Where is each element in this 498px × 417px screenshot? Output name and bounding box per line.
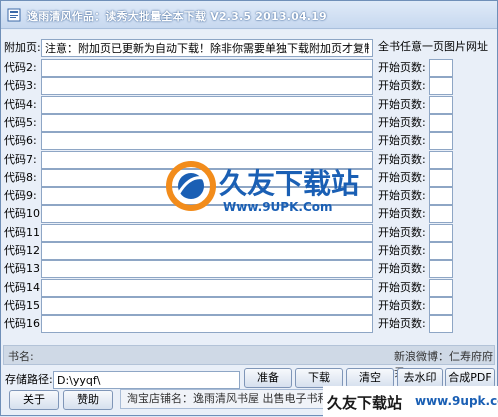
window-title: 逸雨清风作品：读秀大批量全本下载 V2.3.5 2013.04.19 (27, 10, 327, 23)
code-input[interactable] (41, 279, 373, 297)
start-page-input[interactable] (429, 77, 453, 95)
code-input[interactable] (41, 96, 373, 114)
start-page-input[interactable] (429, 96, 453, 114)
clear-button[interactable]: 清空 (346, 368, 394, 388)
code-input[interactable] (41, 205, 373, 223)
start-page-label: 开始页数: (378, 134, 426, 147)
main-form: 附加页: 全书任意一页图片网址 代码2: 开始页数: 代码3: 开始页数: 代码4: 开始… (1, 30, 497, 415)
watermark-bottom-text: 久友下载站 (327, 394, 403, 412)
start-page-label: 开始页数: (378, 281, 426, 294)
code-input[interactable] (41, 151, 373, 169)
code-label: 代码2: (4, 61, 37, 74)
start-page-input[interactable] (429, 187, 453, 205)
save-path-input[interactable] (53, 371, 240, 389)
code-label: 代码4: (4, 98, 37, 111)
code-label: 代码9: (4, 189, 37, 202)
start-page-label: 开始页数: (378, 189, 426, 202)
start-page-label: 开始页数: (378, 98, 426, 111)
bookname-field[interactable] (44, 347, 384, 363)
code-input[interactable] (41, 59, 373, 77)
start-page-label: 开始页数: (378, 207, 426, 220)
shop-info-text: 淘宝店铺名：逸雨清风书屋 出售电子书和 (127, 392, 329, 405)
start-page-label: 开始页数: (378, 116, 426, 129)
download-button[interactable]: 下载 (295, 368, 343, 388)
app-icon (7, 8, 21, 22)
prepare-button[interactable]: 准备 (244, 368, 292, 388)
code-label: 代码7: (4, 153, 37, 166)
start-page-input[interactable] (429, 224, 453, 242)
code-label: 代码16: (4, 317, 44, 330)
remove-watermark-button[interactable]: 去水印 (397, 368, 443, 388)
bookname-bar: 书名: 新浪微博：仁寿府府尹 (3, 345, 495, 379)
watermark-bottom-url: www.9upk.com (415, 394, 498, 408)
code-label: 代码12: (4, 244, 44, 257)
code-input[interactable] (41, 224, 373, 242)
save-path-label: 存储路径: (5, 373, 53, 386)
code-label: 代码5: (4, 116, 37, 129)
start-page-label: 开始页数: (378, 153, 426, 166)
code-label: 代码6: (4, 134, 37, 147)
start-page-input[interactable] (429, 260, 453, 278)
addon-code-input[interactable] (41, 39, 373, 57)
start-page-input[interactable] (429, 315, 453, 333)
code-input[interactable] (41, 242, 373, 260)
merge-pdf-button[interactable]: 合成PDF (445, 368, 495, 388)
code-input[interactable] (41, 114, 373, 132)
start-page-label: 开始页数: (378, 61, 426, 74)
code-input[interactable] (41, 77, 373, 95)
start-page-label: 开始页数: (378, 317, 426, 330)
code-input[interactable] (41, 260, 373, 278)
addon-label: 附加页: (4, 41, 41, 54)
code-input[interactable] (41, 187, 373, 205)
donate-button[interactable]: 赞助 (63, 390, 113, 410)
code-label: 代码3: (4, 79, 37, 92)
code-label: 代码10: (4, 207, 44, 220)
start-page-input[interactable] (429, 114, 453, 132)
start-page-label: 开始页数: (378, 171, 426, 184)
code-label: 代码14: (4, 281, 44, 294)
code-input[interactable] (41, 169, 373, 187)
start-page-label: 开始页数: (378, 299, 426, 312)
start-page-input[interactable] (429, 132, 453, 150)
start-page-input[interactable] (429, 279, 453, 297)
code-label: 代码11: (4, 226, 44, 239)
app-window: 逸雨清风作品：读秀大批量全本下载 V2.3.5 2013.04.19 附加页: … (0, 0, 498, 417)
start-page-label: 开始页数: (378, 244, 426, 257)
bookname-label: 书名: (8, 350, 34, 363)
start-page-input[interactable] (429, 169, 453, 187)
code-input[interactable] (41, 297, 373, 315)
full-book-url-hint: 全书任意一页图片网址 (378, 40, 488, 53)
start-page-input[interactable] (429, 205, 453, 223)
code-label: 代码8: (4, 171, 37, 184)
start-page-input[interactable] (429, 59, 453, 77)
start-page-input[interactable] (429, 151, 453, 169)
code-input[interactable] (41, 132, 373, 150)
title-bar[interactable]: 逸雨清风作品：读秀大批量全本下载 V2.3.5 2013.04.19 (1, 1, 497, 29)
code-label: 代码13: (4, 262, 44, 275)
code-label: 代码15: (4, 299, 44, 312)
start-page-input[interactable] (429, 242, 453, 260)
watermark-bottom: 久友下载站 www.9upk.com (323, 386, 498, 417)
start-page-input[interactable] (429, 297, 453, 315)
start-page-label: 开始页数: (378, 226, 426, 239)
about-button[interactable]: 关于 (9, 390, 59, 410)
start-page-label: 开始页数: (378, 79, 426, 92)
code-input[interactable] (41, 315, 373, 333)
start-page-label: 开始页数: (378, 262, 426, 275)
